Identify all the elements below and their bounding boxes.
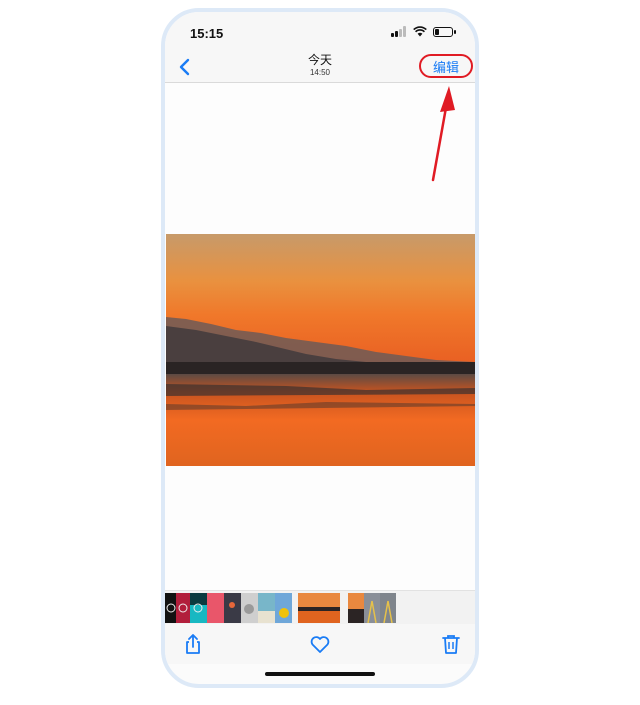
thumbnail-10[interactable] [348,593,364,623]
battery-icon [433,26,456,37]
thumbnail-3[interactable] [190,593,207,623]
thumbnail-1[interactable] [165,593,176,623]
trash-icon [442,635,460,654]
thumbnail-5[interactable] [224,593,241,623]
signal-icon [391,26,407,37]
status-bar: 15:15 [165,12,475,52]
thumbnail-2[interactable] [176,593,190,623]
thumbnail-6[interactable] [241,593,258,623]
delete-button[interactable] [439,632,463,656]
heart-icon [310,636,330,653]
bottom-toolbar [165,624,475,664]
thumbnail-9[interactable] [298,593,340,623]
thumbnail-12[interactable] [380,593,396,623]
thumbnail-8[interactable] [275,593,292,623]
share-icon [186,634,200,654]
thumbnail-4[interactable] [207,593,224,623]
annotation-arrow [431,86,455,182]
battery-fill [435,28,439,35]
wifi-icon [413,26,427,37]
nav-bar: 今天 14:50 编辑 [165,52,475,83]
home-indicator[interactable] [265,672,375,676]
thumbnail-11[interactable] [364,593,380,623]
status-time: 15:15 [190,26,224,41]
thumbnail-7[interactable] [258,593,275,623]
thumbnail-strip[interactable] [165,590,475,625]
edit-button[interactable]: 编辑 [419,54,473,78]
favorite-button[interactable] [308,632,332,656]
share-button[interactable] [181,632,205,656]
status-icons [391,26,456,37]
sunset-lake-photo [166,234,475,466]
